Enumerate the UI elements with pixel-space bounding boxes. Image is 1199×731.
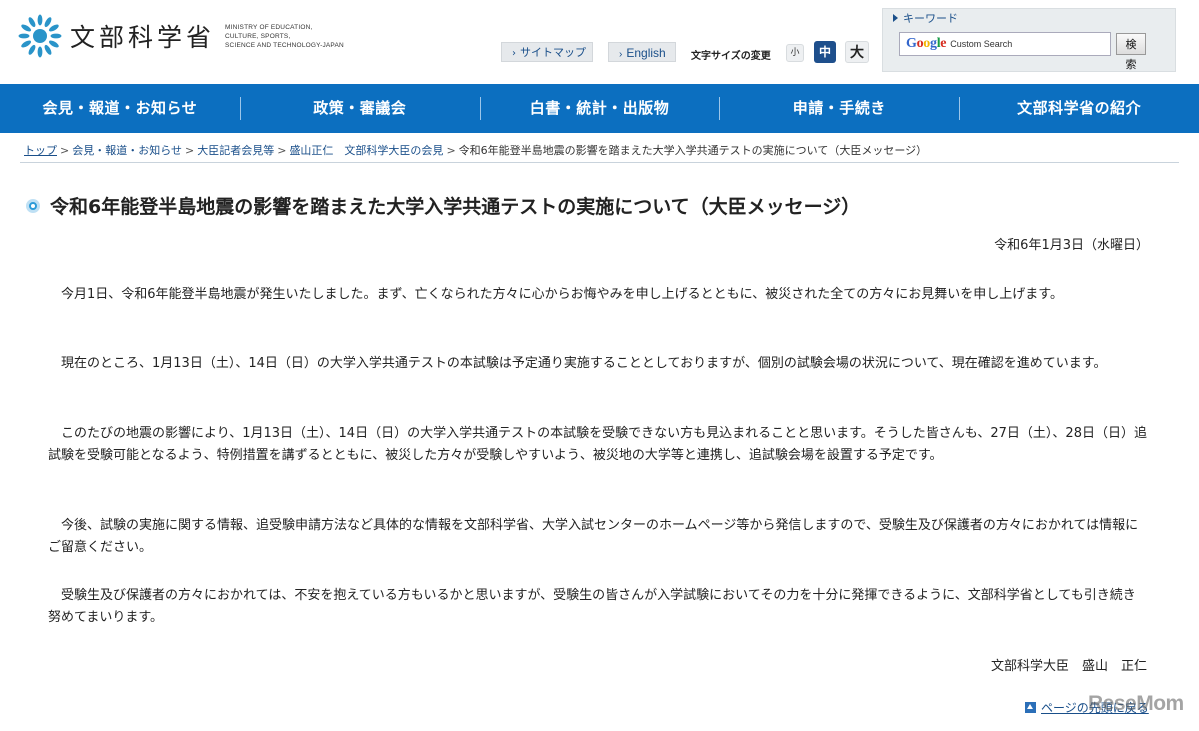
search-input[interactable]: Google Custom Search: [899, 32, 1111, 56]
message-paragraph: 現在のところ、1月13日（土）、14日（日）の大学入学共通テストの本試験は予定通…: [48, 356, 1107, 371]
message-paragraph: このたびの地震の影響により、1月13日（土）、14日（日）の大学入学共通テストの…: [48, 426, 1147, 463]
chevron-right-icon: ›: [619, 49, 623, 60]
google-logo: Google: [906, 36, 947, 51]
nav-item-about[interactable]: 文部科学省の紹介: [959, 84, 1199, 133]
chevron-right-icon: ›: [512, 48, 516, 59]
triangle-right-icon: [893, 14, 898, 22]
breadcrumb-link[interactable]: 会見・報道・お知らせ: [72, 144, 182, 157]
logo-english-line: CULTURE, SPORTS,: [225, 32, 291, 40]
sitemap-label: サイトマップ: [520, 46, 586, 59]
bullet-icon: [26, 198, 40, 213]
minister-signature: 文部科学大臣 盛山 正仁: [990, 659, 1147, 674]
breadcrumb-separator: >: [60, 144, 70, 157]
ministry-emblem-icon: [18, 14, 62, 58]
message-paragraph: 今月1日、令和6年能登半島地震が発生いたしました。まず、亡くなられた方々に心から…: [48, 287, 1063, 302]
search-placeholder: Custom Search: [950, 39, 1013, 49]
logo-japanese-name: 文部科学省: [70, 23, 216, 52]
nav-item-publications[interactable]: 白書・統計・出版物: [479, 84, 720, 133]
breadcrumb-separator: >: [185, 144, 195, 157]
breadcrumb-separator: >: [277, 144, 287, 157]
font-size-label: 文字サイズの変更: [691, 51, 771, 62]
page-title: 令和6年能登半島地震の影響を踏まえた大学入学共通テストの実施について（大臣メッセ…: [26, 192, 860, 219]
nav-item-applications[interactable]: 申請・手続き: [719, 84, 959, 133]
font-size-medium-button[interactable]: 中: [814, 41, 836, 63]
breadcrumb-link[interactable]: 大臣記者会見等: [197, 144, 274, 157]
message-paragraph: 受験生及び保護者の方々におかれては、不安を抱えている方もいるかと思いますが、受験…: [48, 588, 1136, 625]
page-title-text: 令和6年能登半島地震の影響を踏まえた大学入学共通テストの実施について（大臣メッセ…: [50, 196, 861, 218]
publish-date: 令和6年1月3日（水曜日）: [994, 238, 1149, 253]
english-link[interactable]: › English: [608, 42, 676, 62]
logo-english-line: MINISTRY OF EDUCATION,: [225, 23, 313, 31]
logo-english-name: MINISTRY OF EDUCATION, CULTURE, SPORTS, …: [225, 23, 344, 50]
logo-english-line: SCIENCE AND TECHNOLOGY-JAPAN: [225, 41, 344, 49]
breadcrumb-divider: [20, 162, 1179, 163]
english-label: English: [626, 46, 666, 60]
nav-item-policy[interactable]: 政策・審議会: [239, 84, 480, 133]
sitemap-link[interactable]: › サイトマップ: [501, 42, 593, 62]
global-navigation: 会見・報道・お知らせ 政策・審議会 白書・統計・出版物 申請・手続き 文部科学省…: [0, 84, 1199, 133]
keyword-label: キーワード: [903, 12, 958, 25]
breadcrumb-separator: >: [446, 144, 456, 157]
breadcrumb-current: 令和6年能登半島地震の影響を踏まえた大学入学共通テストの実施について（大臣メッセ…: [458, 144, 928, 157]
message-paragraph: 今後、試験の実施に関する情報、追受験申請方法など具体的な情報を文部科学省、大学入…: [48, 518, 1139, 555]
breadcrumb-link[interactable]: 盛山正仁 文部科学大臣の会見: [289, 144, 443, 157]
breadcrumb: トップ > 会見・報道・お知らせ > 大臣記者会見等 > 盛山正仁 文部科学大臣の会見 > 令和…: [24, 142, 927, 158]
search-button[interactable]: 検索: [1116, 33, 1146, 71]
resemom-watermark: ReseMom: [1088, 692, 1184, 715]
arrow-up-icon: [1025, 702, 1036, 713]
site-logo[interactable]: 文部科学省 MINISTRY OF EDUCATION, CULTURE, SP…: [18, 14, 344, 58]
nav-item-press[interactable]: 会見・報道・お知らせ: [0, 84, 240, 133]
font-size-small-button[interactable]: 小: [786, 44, 804, 62]
site-header: 文部科学省 MINISTRY OF EDUCATION, CULTURE, SP…: [0, 0, 1199, 84]
breadcrumb-home-link[interactable]: トップ: [24, 144, 57, 157]
font-size-large-button[interactable]: 大: [845, 41, 869, 63]
keyword-search-panel: キーワード Google Custom Search 検索: [882, 8, 1176, 72]
